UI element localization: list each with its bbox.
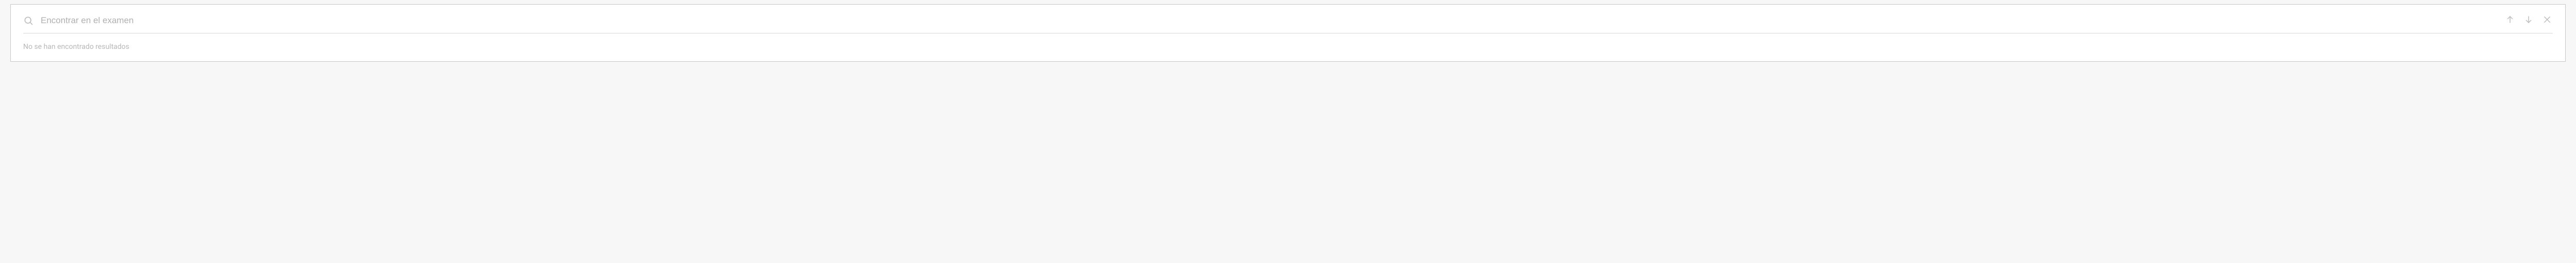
arrow-up-icon bbox=[2505, 15, 2515, 26]
close-button[interactable] bbox=[2541, 14, 2553, 27]
arrow-down-icon bbox=[2524, 15, 2533, 26]
search-input[interactable] bbox=[41, 15, 2496, 26]
next-result-button[interactable] bbox=[2523, 14, 2534, 27]
search-row bbox=[23, 14, 2553, 33]
no-results-message: No se han encontrado resultados bbox=[23, 43, 2553, 51]
previous-result-button[interactable] bbox=[2504, 14, 2516, 27]
search-controls bbox=[2504, 14, 2553, 27]
search-panel: No se han encontrado resultados bbox=[10, 4, 2566, 62]
search-icon bbox=[23, 15, 33, 26]
close-icon bbox=[2543, 15, 2552, 26]
